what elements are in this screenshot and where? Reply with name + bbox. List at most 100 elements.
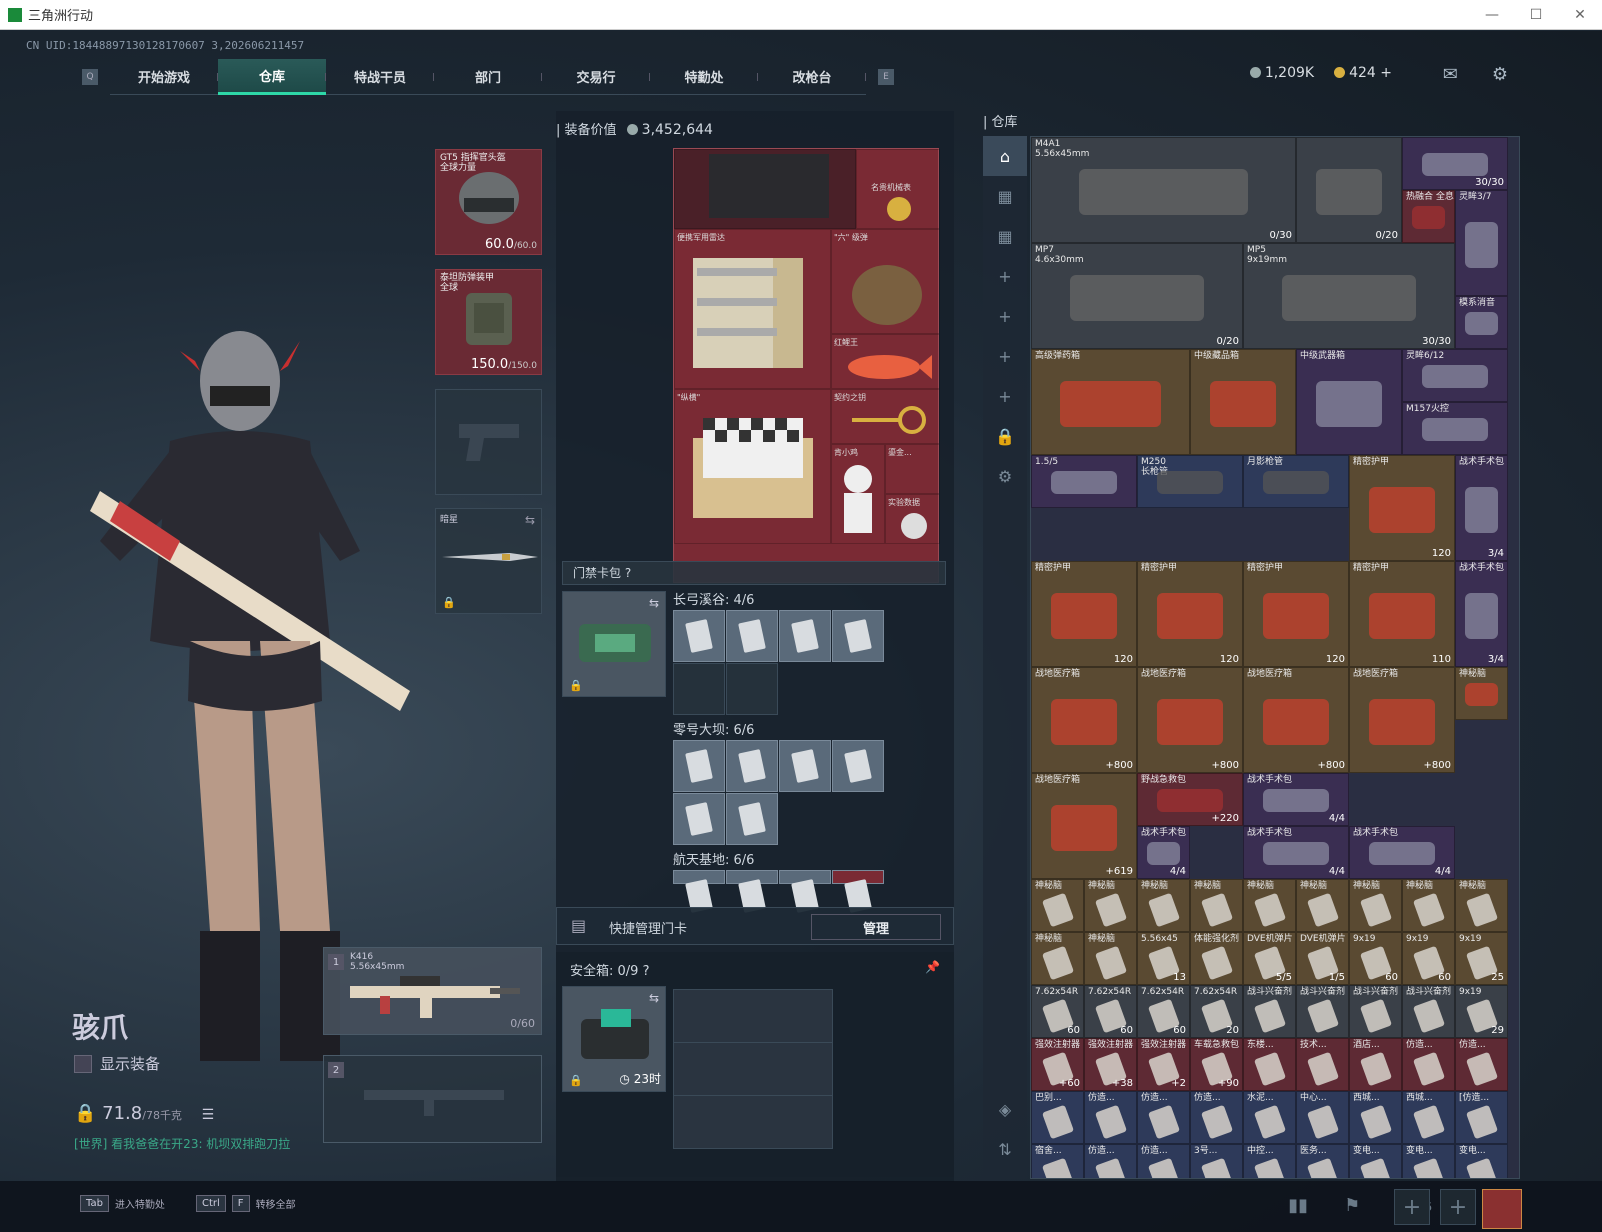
pistol-slot[interactable]: [435, 389, 542, 495]
stash-item[interactable]: 神秘脑: [1349, 879, 1402, 932]
stash-item[interactable]: 宿舍...: [1031, 1144, 1084, 1178]
close-button[interactable]: ✕: [1558, 0, 1602, 30]
backpack-item[interactable]: 肯小鸡: [831, 444, 885, 544]
tab-special-ops[interactable]: 特勤处: [650, 59, 758, 95]
add-tab-icon[interactable]: +: [983, 256, 1027, 296]
stash-item[interactable]: 战斗兴奋剂: [1243, 985, 1296, 1038]
stash-item[interactable]: 1.5/5: [1031, 455, 1137, 508]
stash-item[interactable]: 精密护甲 120: [1349, 455, 1455, 561]
stash-item[interactable]: 中级武器箱: [1296, 349, 1402, 455]
invite-slot-button[interactable]: +: [1394, 1189, 1430, 1225]
keycard[interactable]: [673, 870, 725, 884]
invite-slot-button[interactable]: +: [1440, 1189, 1476, 1225]
list-icon[interactable]: ☰: [202, 1107, 215, 1123]
stash-item[interactable]: 热融合 全息: [1402, 190, 1455, 243]
keycard[interactable]: [726, 870, 778, 884]
keycard[interactable]: [832, 610, 884, 662]
minimize-button[interactable]: —: [1470, 0, 1514, 30]
stash-item[interactable]: 变电...: [1402, 1144, 1455, 1178]
enter-special-ops-hint[interactable]: Tab 进入特勤处: [80, 1195, 165, 1212]
stash-item[interactable]: 仿造...: [1084, 1144, 1137, 1178]
keycard[interactable]: [726, 610, 778, 662]
stash-item[interactable]: 仿造...: [1402, 1038, 1455, 1091]
stash-item[interactable]: 医务...: [1296, 1144, 1349, 1178]
helmet-slot[interactable]: GT5 指挥官头盔 全球力量 60.0/60.0: [435, 149, 542, 255]
stash-item[interactable]: 中级藏品箱: [1190, 349, 1296, 455]
swap-icon[interactable]: ⇆: [525, 513, 535, 527]
stash-item[interactable]: 仿造...: [1455, 1038, 1508, 1091]
safe-grid[interactable]: [673, 989, 833, 1149]
stash-item[interactable]: 战术手术包 4/4: [1243, 773, 1349, 826]
stash-item[interactable]: MP7 4.6x30mm 0/20: [1031, 243, 1243, 349]
primary-weapon-slot[interactable]: 1 K416 5.56x45mm 0/60: [323, 947, 542, 1035]
keycard-case-slot[interactable]: ⇆ 🔒: [562, 591, 666, 697]
melee-slot[interactable]: 暗星 ⇆ 🔒: [435, 508, 542, 614]
tab-department[interactable]: 部门: [434, 59, 542, 95]
stash-item[interactable]: 车载急救包 +90: [1190, 1038, 1243, 1091]
lock-icon[interactable]: 🔒: [983, 416, 1027, 456]
stash-item[interactable]: 战地医疗箱 +800: [1137, 667, 1243, 773]
mail-icon[interactable]: ✉: [1443, 64, 1458, 85]
stash-item[interactable]: 7.62x54R 20: [1190, 985, 1243, 1038]
stash-item[interactable]: 强效注射器 +60: [1031, 1038, 1084, 1091]
stash-item[interactable]: 高级弹药箱: [1031, 349, 1190, 455]
stash-item[interactable]: M250 长枪管: [1137, 455, 1243, 508]
add-tab-icon[interactable]: +: [983, 336, 1027, 376]
show-equipment-checkbox[interactable]: [74, 1054, 92, 1073]
stash-item[interactable]: 神秘脑: [1402, 879, 1455, 932]
stash-item[interactable]: 神秘脑: [1455, 667, 1508, 720]
transfer-all-hint[interactable]: Ctrl F 转移全部: [196, 1195, 296, 1212]
stash-item[interactable]: 神秘脑: [1455, 879, 1508, 932]
stash-item[interactable]: 战斗兴奋剂: [1296, 985, 1349, 1038]
stash-item[interactable]: 变电...: [1349, 1144, 1402, 1178]
stash-item[interactable]: 灵眸6/12: [1402, 349, 1508, 402]
stash-item[interactable]: 7.62x54R 60: [1084, 985, 1137, 1038]
stash-item[interactable]: 巴别...: [1031, 1091, 1084, 1144]
stash-item[interactable]: 水泥...: [1243, 1091, 1296, 1144]
stash-item[interactable]: 精密护甲 120: [1031, 561, 1137, 667]
swap-icon[interactable]: ⇆: [649, 596, 659, 610]
tab-trading[interactable]: 交易行: [542, 59, 650, 95]
stash-item[interactable]: 神秘脑: [1190, 879, 1243, 932]
stash-home-icon[interactable]: ⌂: [983, 136, 1027, 176]
stash-item[interactable]: DVE机弹片 5/5: [1243, 932, 1296, 985]
backpack-item[interactable]: 名贵机械表: [856, 149, 940, 229]
stash-item[interactable]: 酒店...: [1349, 1038, 1402, 1091]
world-chat-message[interactable]: [世界] 看我爸爸在开23: 机坝双排跑刀拉: [74, 1135, 290, 1152]
stash-item[interactable]: 战斗兴奋剂: [1349, 985, 1402, 1038]
stash-item[interactable]: 灵眸3/7: [1455, 190, 1508, 296]
keycard-section-header[interactable]: 门禁卡包 ?: [562, 561, 946, 585]
stash-tab-icon[interactable]: ▦: [983, 176, 1027, 216]
sort-icon[interactable]: ⇅: [983, 1129, 1027, 1169]
stash-item[interactable]: 强效注射器 +38: [1084, 1038, 1137, 1091]
stash-item[interactable]: 变电...: [1455, 1144, 1508, 1178]
empty-card-slot[interactable]: [726, 663, 778, 715]
backpack-item[interactable]: [674, 149, 856, 229]
stash-item[interactable]: 中控...: [1243, 1144, 1296, 1178]
settings-icon[interactable]: ⚙: [983, 456, 1027, 496]
stats-icon[interactable]: ▮▮: [1288, 1195, 1308, 1216]
gold-currency[interactable]: 424 +: [1334, 65, 1392, 81]
stash-item[interactable]: 仿造...: [1084, 1091, 1137, 1144]
backpack-item[interactable]: 鎏金...: [885, 444, 940, 494]
add-tab-icon[interactable]: +: [983, 296, 1027, 336]
stash-item[interactable]: 精密护甲 120: [1243, 561, 1349, 667]
stash-item[interactable]: 仿造...: [1190, 1091, 1243, 1144]
backpack-item[interactable]: "纵横": [674, 389, 831, 544]
stash-item[interactable]: MP5 9x19mm 30/30: [1243, 243, 1455, 349]
stash-item[interactable]: 30/30: [1402, 137, 1508, 190]
stash-item[interactable]: M4A1 5.56x45mm 0/30: [1031, 137, 1296, 243]
stash-item[interactable]: 神秘脑: [1031, 879, 1084, 932]
backpack-item[interactable]: 便携军用雷达: [674, 229, 831, 389]
stash-item[interactable]: 东楼...: [1243, 1038, 1296, 1091]
tab-gunsmith[interactable]: 改枪台: [758, 59, 866, 95]
stash-item[interactable]: [仿造...: [1455, 1091, 1508, 1144]
stash-item[interactable]: 月影枪管: [1243, 455, 1349, 508]
keycard[interactable]: [832, 870, 884, 884]
keycard[interactable]: [779, 610, 831, 662]
stash-item[interactable]: 神秘脑: [1084, 879, 1137, 932]
backpack-item[interactable]: 契约之钥: [831, 389, 940, 444]
tab-operators[interactable]: 特战干员: [326, 59, 434, 95]
keycard[interactable]: [779, 870, 831, 884]
backpack-item[interactable]: 实验数据: [885, 494, 940, 544]
